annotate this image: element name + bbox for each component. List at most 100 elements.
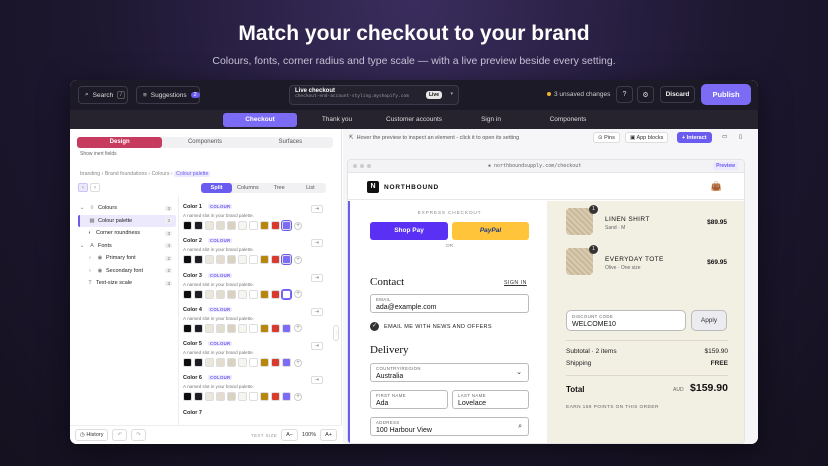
last-name-field[interactable]: LAST NAME Lovelace xyxy=(452,390,529,409)
colour-swatch[interactable] xyxy=(227,289,236,299)
colour-swatch[interactable] xyxy=(194,323,203,333)
colour-swatch[interactable] xyxy=(260,255,269,265)
forward-button[interactable]: › xyxy=(90,183,100,192)
pins-button[interactable]: ⊙ Pins xyxy=(593,132,620,143)
view-tree[interactable]: Tree xyxy=(264,183,295,193)
colour-swatch[interactable] xyxy=(249,392,258,402)
discount-field[interactable]: DISCOUNT CODE WELCOME10 xyxy=(566,310,686,331)
colour-swatch[interactable] xyxy=(249,255,258,265)
colour-options-button[interactable]: ⇥ xyxy=(311,307,323,316)
colour-swatch[interactable] xyxy=(216,255,225,265)
email-field[interactable]: EMAIL ada@example.com xyxy=(370,294,529,313)
add-swatch-button[interactable]: + xyxy=(294,324,302,333)
colour-swatch[interactable] xyxy=(183,255,192,265)
add-swatch-button[interactable]: + xyxy=(294,255,302,264)
news-checkbox[interactable]: ✓ xyxy=(370,322,379,331)
segment-design[interactable]: Design xyxy=(77,137,163,148)
tree-item-fonts[interactable]: ⌄ A Fonts 4 xyxy=(78,240,176,253)
redo-button[interactable]: ↷ xyxy=(131,429,146,441)
help-button[interactable]: ? xyxy=(616,86,633,103)
colour-swatch[interactable] xyxy=(227,221,236,230)
address-field[interactable]: ADDRESS 100 Harbour View ⌕ xyxy=(370,417,529,436)
colour-swatch[interactable] xyxy=(238,392,247,402)
colour-swatch[interactable] xyxy=(249,221,258,230)
colour-swatch[interactable] xyxy=(216,358,225,368)
colour-swatch[interactable] xyxy=(271,323,280,333)
publish-button[interactable]: Publish xyxy=(701,84,751,105)
view-columns[interactable]: Columns xyxy=(232,183,263,193)
tree-item-primary-font[interactable]: › ◉ Primary font 2 xyxy=(78,252,176,265)
colour-swatch[interactable] xyxy=(227,323,236,333)
search-button[interactable]: ⌕ Search / xyxy=(78,86,128,104)
tree-item-colour-palette[interactable]: ▦ Colour palette 3 xyxy=(78,214,176,227)
colour-options-button[interactable]: ⇥ xyxy=(311,376,323,385)
colour-swatch[interactable] xyxy=(205,289,214,299)
live-checkout-selector[interactable]: Live checkout checkout-end-account-styli… xyxy=(289,85,459,105)
segment-components[interactable]: Components xyxy=(162,137,247,148)
colour-swatch[interactable] xyxy=(194,255,203,265)
resize-handle[interactable]: ⋮ xyxy=(333,325,339,341)
sign-in-link[interactable]: SIGN IN xyxy=(504,280,527,286)
colour-swatch[interactable] xyxy=(282,323,291,333)
colour-swatch[interactable] xyxy=(249,358,258,368)
colour-swatch[interactable] xyxy=(183,289,192,299)
first-name-field[interactable]: FIRST NAME Ada xyxy=(370,390,448,409)
colour-swatch[interactable] xyxy=(271,358,280,368)
colour-swatch[interactable] xyxy=(205,392,214,402)
colour-swatch[interactable] xyxy=(227,392,236,402)
paypal-button[interactable]: PayPal xyxy=(452,222,529,240)
colour-swatch[interactable] xyxy=(271,392,280,402)
country-select[interactable]: COUNTRY/REGION Australia ⌄ xyxy=(370,363,529,382)
settings-button[interactable]: ⚙ xyxy=(637,86,654,103)
colour-swatch[interactable] xyxy=(194,289,203,299)
colour-options-button[interactable]: ⇥ xyxy=(311,239,323,248)
colour-swatch[interactable] xyxy=(260,323,269,333)
colour-swatch[interactable] xyxy=(271,221,280,230)
colour-swatch[interactable] xyxy=(271,255,280,265)
show-inert-toggle[interactable]: Show inert fields xyxy=(80,151,117,157)
colour-swatch[interactable] xyxy=(282,392,291,402)
colour-swatch[interactable] xyxy=(205,358,214,368)
colour-options-button[interactable]: ⇥ xyxy=(311,342,323,351)
view-split[interactable]: Split xyxy=(201,183,233,193)
colour-swatch[interactable] xyxy=(216,289,225,299)
suggestions-button[interactable]: ≡ Suggestions 2 xyxy=(136,86,200,104)
breadcrumb-item[interactable]: Colours xyxy=(152,171,170,177)
colour-swatch[interactable] xyxy=(205,323,214,333)
colour-swatch[interactable] xyxy=(249,289,258,299)
undo-button[interactable]: ↶ xyxy=(112,429,128,441)
tree-item-corner-roundness[interactable]: ◐ Corner roundness 3 xyxy=(78,227,176,240)
segment-surfaces[interactable]: Surfaces xyxy=(248,137,333,148)
colour-swatch[interactable] xyxy=(216,323,225,333)
tree-item-secondary-font[interactable]: › ◉ Secondary font 2 xyxy=(78,265,176,278)
tab-customer-accounts[interactable]: Customer accounts xyxy=(377,113,451,127)
colour-swatch[interactable] xyxy=(249,323,258,333)
view-list[interactable]: List xyxy=(295,183,326,193)
colour-swatch[interactable] xyxy=(194,392,203,402)
breadcrumb-item[interactable]: Brand foundations xyxy=(105,171,147,177)
history-button[interactable]: ◷ History xyxy=(75,429,109,441)
colour-swatch[interactable] xyxy=(238,221,247,230)
colour-swatch[interactable] xyxy=(260,392,269,402)
colour-swatch[interactable] xyxy=(260,358,269,368)
desktop-view-icon[interactable]: ▭ xyxy=(718,132,731,143)
colour-swatch[interactable] xyxy=(205,221,214,230)
add-swatch-button[interactable]: + xyxy=(294,221,302,230)
tab-sign-in[interactable]: Sign in xyxy=(454,113,528,127)
apply-button[interactable]: Apply xyxy=(691,310,727,331)
colour-swatch[interactable] xyxy=(227,358,236,368)
colour-swatch[interactable] xyxy=(238,323,247,333)
discard-button[interactable]: Discard xyxy=(660,86,695,103)
colour-swatch[interactable] xyxy=(227,255,236,265)
colour-swatch[interactable] xyxy=(205,255,214,265)
add-swatch-button[interactable]: + xyxy=(294,392,302,401)
tab-thank-you[interactable]: Thank you xyxy=(300,113,374,127)
colour-swatch[interactable] xyxy=(183,392,192,402)
tab-checkout[interactable]: Checkout xyxy=(223,112,297,127)
colour-swatch[interactable] xyxy=(281,254,292,266)
colour-options-button[interactable]: ⇥ xyxy=(311,273,323,282)
colour-swatch[interactable] xyxy=(260,221,269,230)
add-swatch-button[interactable]: + xyxy=(294,358,302,367)
colour-swatch[interactable] xyxy=(183,358,192,368)
breadcrumb-item[interactable]: branding xyxy=(80,171,100,177)
